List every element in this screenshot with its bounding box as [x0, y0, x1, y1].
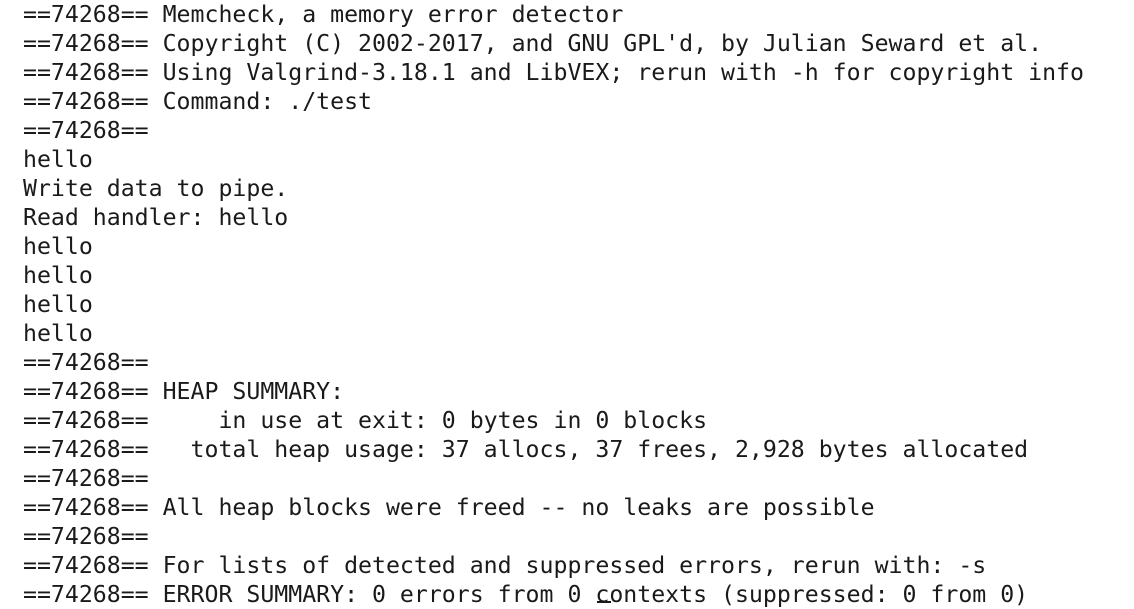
- terminal-line: hello: [23, 262, 93, 289]
- terminal-line: ==74268== Copyright (C) 2002-2017, and G…: [23, 30, 1043, 57]
- text-cursor: [597, 601, 611, 603]
- terminal-line: ==74268== Memcheck, a memory error detec…: [23, 1, 624, 28]
- terminal-line: hello: [23, 291, 93, 318]
- terminal-line: ==74268== All heap blocks were freed -- …: [23, 494, 875, 521]
- terminal-line: ==74268==: [23, 523, 149, 550]
- terminal-line: ==74268== in use at exit: 0 bytes in 0 b…: [23, 407, 708, 434]
- terminal-line: hello: [23, 233, 93, 260]
- terminal-line: ==74268==: [23, 349, 149, 376]
- terminal-line: ==74268== HEAP SUMMARY:: [23, 378, 345, 405]
- terminal-line: Write data to pipe.: [23, 175, 289, 202]
- terminal-output: ==74268== Memcheck, a memory error detec…: [0, 0, 1134, 609]
- terminal-line: hello: [23, 146, 93, 173]
- terminal-line: ==74268==: [23, 117, 149, 144]
- terminal-line: hello: [23, 320, 93, 347]
- terminal-line: ==74268== For lists of detected and supp…: [23, 552, 987, 579]
- terminal-line: ==74268== total heap usage: 37 allocs, 3…: [23, 436, 1029, 463]
- terminal-line: ==74268== ERROR SUMMARY: 0 errors from 0…: [23, 581, 1029, 608]
- terminal-line: ==74268== Command: ./test: [23, 88, 373, 115]
- terminal-line: ==74268== Using Valgrind-3.18.1 and LibV…: [23, 59, 1084, 86]
- terminal-line: Read handler: hello: [23, 204, 289, 231]
- terminal-line: ==74268==: [23, 465, 149, 492]
